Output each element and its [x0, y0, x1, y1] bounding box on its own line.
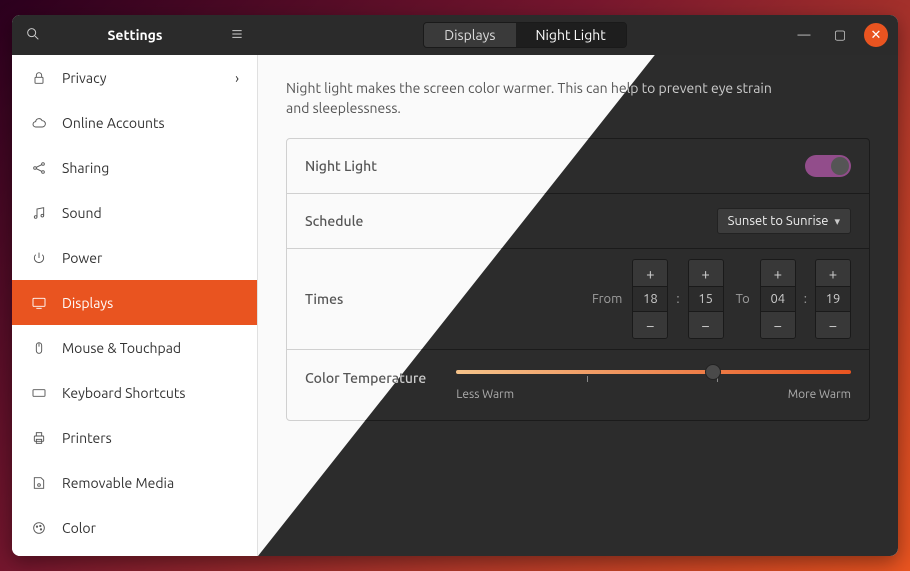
disk-icon: [30, 474, 48, 492]
times-to-group: To +04− : +19−: [732, 259, 851, 339]
from-hours-value: 18: [633, 286, 667, 312]
sidebar-item-printers[interactable]: Printers: [12, 415, 257, 460]
sidebar-item-sharing[interactable]: Sharing: [12, 145, 257, 190]
sidebar-item-accounts[interactable]: Online Accounts: [12, 100, 257, 145]
night-light-row-label: Night Light: [305, 158, 377, 174]
more-warm-label: More Warm: [788, 388, 851, 401]
sidebar-item-privacy[interactable]: Privacy ›: [12, 55, 257, 100]
sidebar-item-color[interactable]: Color: [12, 505, 257, 550]
minus-icon[interactable]: −: [761, 312, 795, 338]
search-icon: [25, 26, 41, 45]
from-label: From: [592, 292, 622, 306]
panel-tab-switcher: Displays Night Light: [423, 22, 627, 48]
keyboard-icon: [30, 384, 48, 402]
sidebar-item-sound[interactable]: Sound: [12, 190, 257, 235]
search-button[interactable]: [18, 21, 48, 49]
sidebar-item-label: Sound: [62, 205, 102, 221]
sidebar-item-label: Keyboard Shortcuts: [62, 385, 185, 401]
sidebar-item-removable[interactable]: Removable Media: [12, 460, 257, 505]
monitor-icon: [30, 294, 48, 312]
minus-icon[interactable]: −: [633, 312, 667, 338]
plus-icon[interactable]: +: [633, 260, 667, 286]
minus-icon[interactable]: −: [689, 312, 723, 338]
plus-icon[interactable]: +: [689, 260, 723, 286]
sidebar-item-label: Printers: [62, 430, 112, 446]
to-minutes-spinner[interactable]: +19−: [815, 259, 851, 339]
schedule-value: Sunset to Sunrise: [728, 214, 829, 228]
mouse-icon: [30, 339, 48, 357]
music-icon: [30, 204, 48, 222]
color-temperature-slider[interactable]: [456, 370, 851, 374]
times-from-group: From +18− : +15−: [588, 259, 724, 339]
from-minutes-spinner[interactable]: +15−: [688, 259, 724, 339]
sidebar-item-label: Removable Media: [62, 475, 174, 491]
chevron-right-icon: ›: [235, 70, 239, 86]
sidebar-item-label: Privacy: [62, 70, 106, 86]
cloud-icon: [30, 114, 48, 132]
plus-icon[interactable]: +: [816, 260, 850, 286]
sidebar-item-label: Mouse & Touchpad: [62, 340, 181, 356]
palette-icon: [30, 519, 48, 537]
sidebar-item-label: Displays: [62, 295, 113, 311]
from-minutes-value: 15: [689, 286, 723, 312]
window-close-button[interactable]: ✕: [864, 23, 888, 47]
sidebar-item-power[interactable]: Power: [12, 235, 257, 280]
settings-sidebar: Privacy › Online Accounts Sharing Sound Power…: [12, 55, 258, 556]
window-title: Settings: [48, 27, 222, 43]
sidebar-item-label: Sharing: [62, 160, 109, 176]
schedule-dropdown[interactable]: Sunset to Sunrise: [717, 208, 851, 234]
minimize-icon: —: [798, 28, 811, 42]
power-icon: [30, 249, 48, 267]
sidebar-item-mouse[interactable]: Mouse & Touchpad: [12, 325, 257, 370]
schedule-row-label: Schedule: [305, 213, 363, 229]
sidebar-item-label: Color: [62, 520, 96, 536]
slider-thumb[interactable]: [705, 364, 721, 380]
to-hours-spinner[interactable]: +04−: [760, 259, 796, 339]
hamburger-menu-button[interactable]: [222, 21, 252, 49]
tab-displays[interactable]: Displays: [424, 23, 515, 47]
less-warm-label: Less Warm: [456, 388, 514, 401]
sidebar-item-keyboard[interactable]: Keyboard Shortcuts: [12, 370, 257, 415]
minus-icon[interactable]: −: [816, 312, 850, 338]
sidebar-item-label: Online Accounts: [62, 115, 165, 131]
hamburger-icon: [229, 26, 245, 45]
to-minutes-value: 19: [816, 286, 850, 312]
times-row-label: Times: [305, 291, 343, 307]
close-icon: ✕: [871, 28, 882, 43]
maximize-icon: ▢: [834, 28, 846, 43]
sidebar-item-label: Power: [62, 250, 102, 266]
window-minimize-button[interactable]: —: [792, 23, 816, 47]
printer-icon: [30, 429, 48, 447]
plus-icon[interactable]: +: [761, 260, 795, 286]
night-light-toggle[interactable]: [805, 155, 851, 177]
from-hours-spinner[interactable]: +18−: [632, 259, 668, 339]
to-label: To: [736, 292, 750, 306]
lock-icon: [30, 69, 48, 87]
to-hours-value: 04: [761, 286, 795, 312]
tab-night-light[interactable]: Night Light: [516, 23, 626, 47]
window-maximize-button[interactable]: ▢: [828, 23, 852, 47]
sidebar-item-displays[interactable]: Displays: [12, 280, 257, 325]
share-icon: [30, 159, 48, 177]
